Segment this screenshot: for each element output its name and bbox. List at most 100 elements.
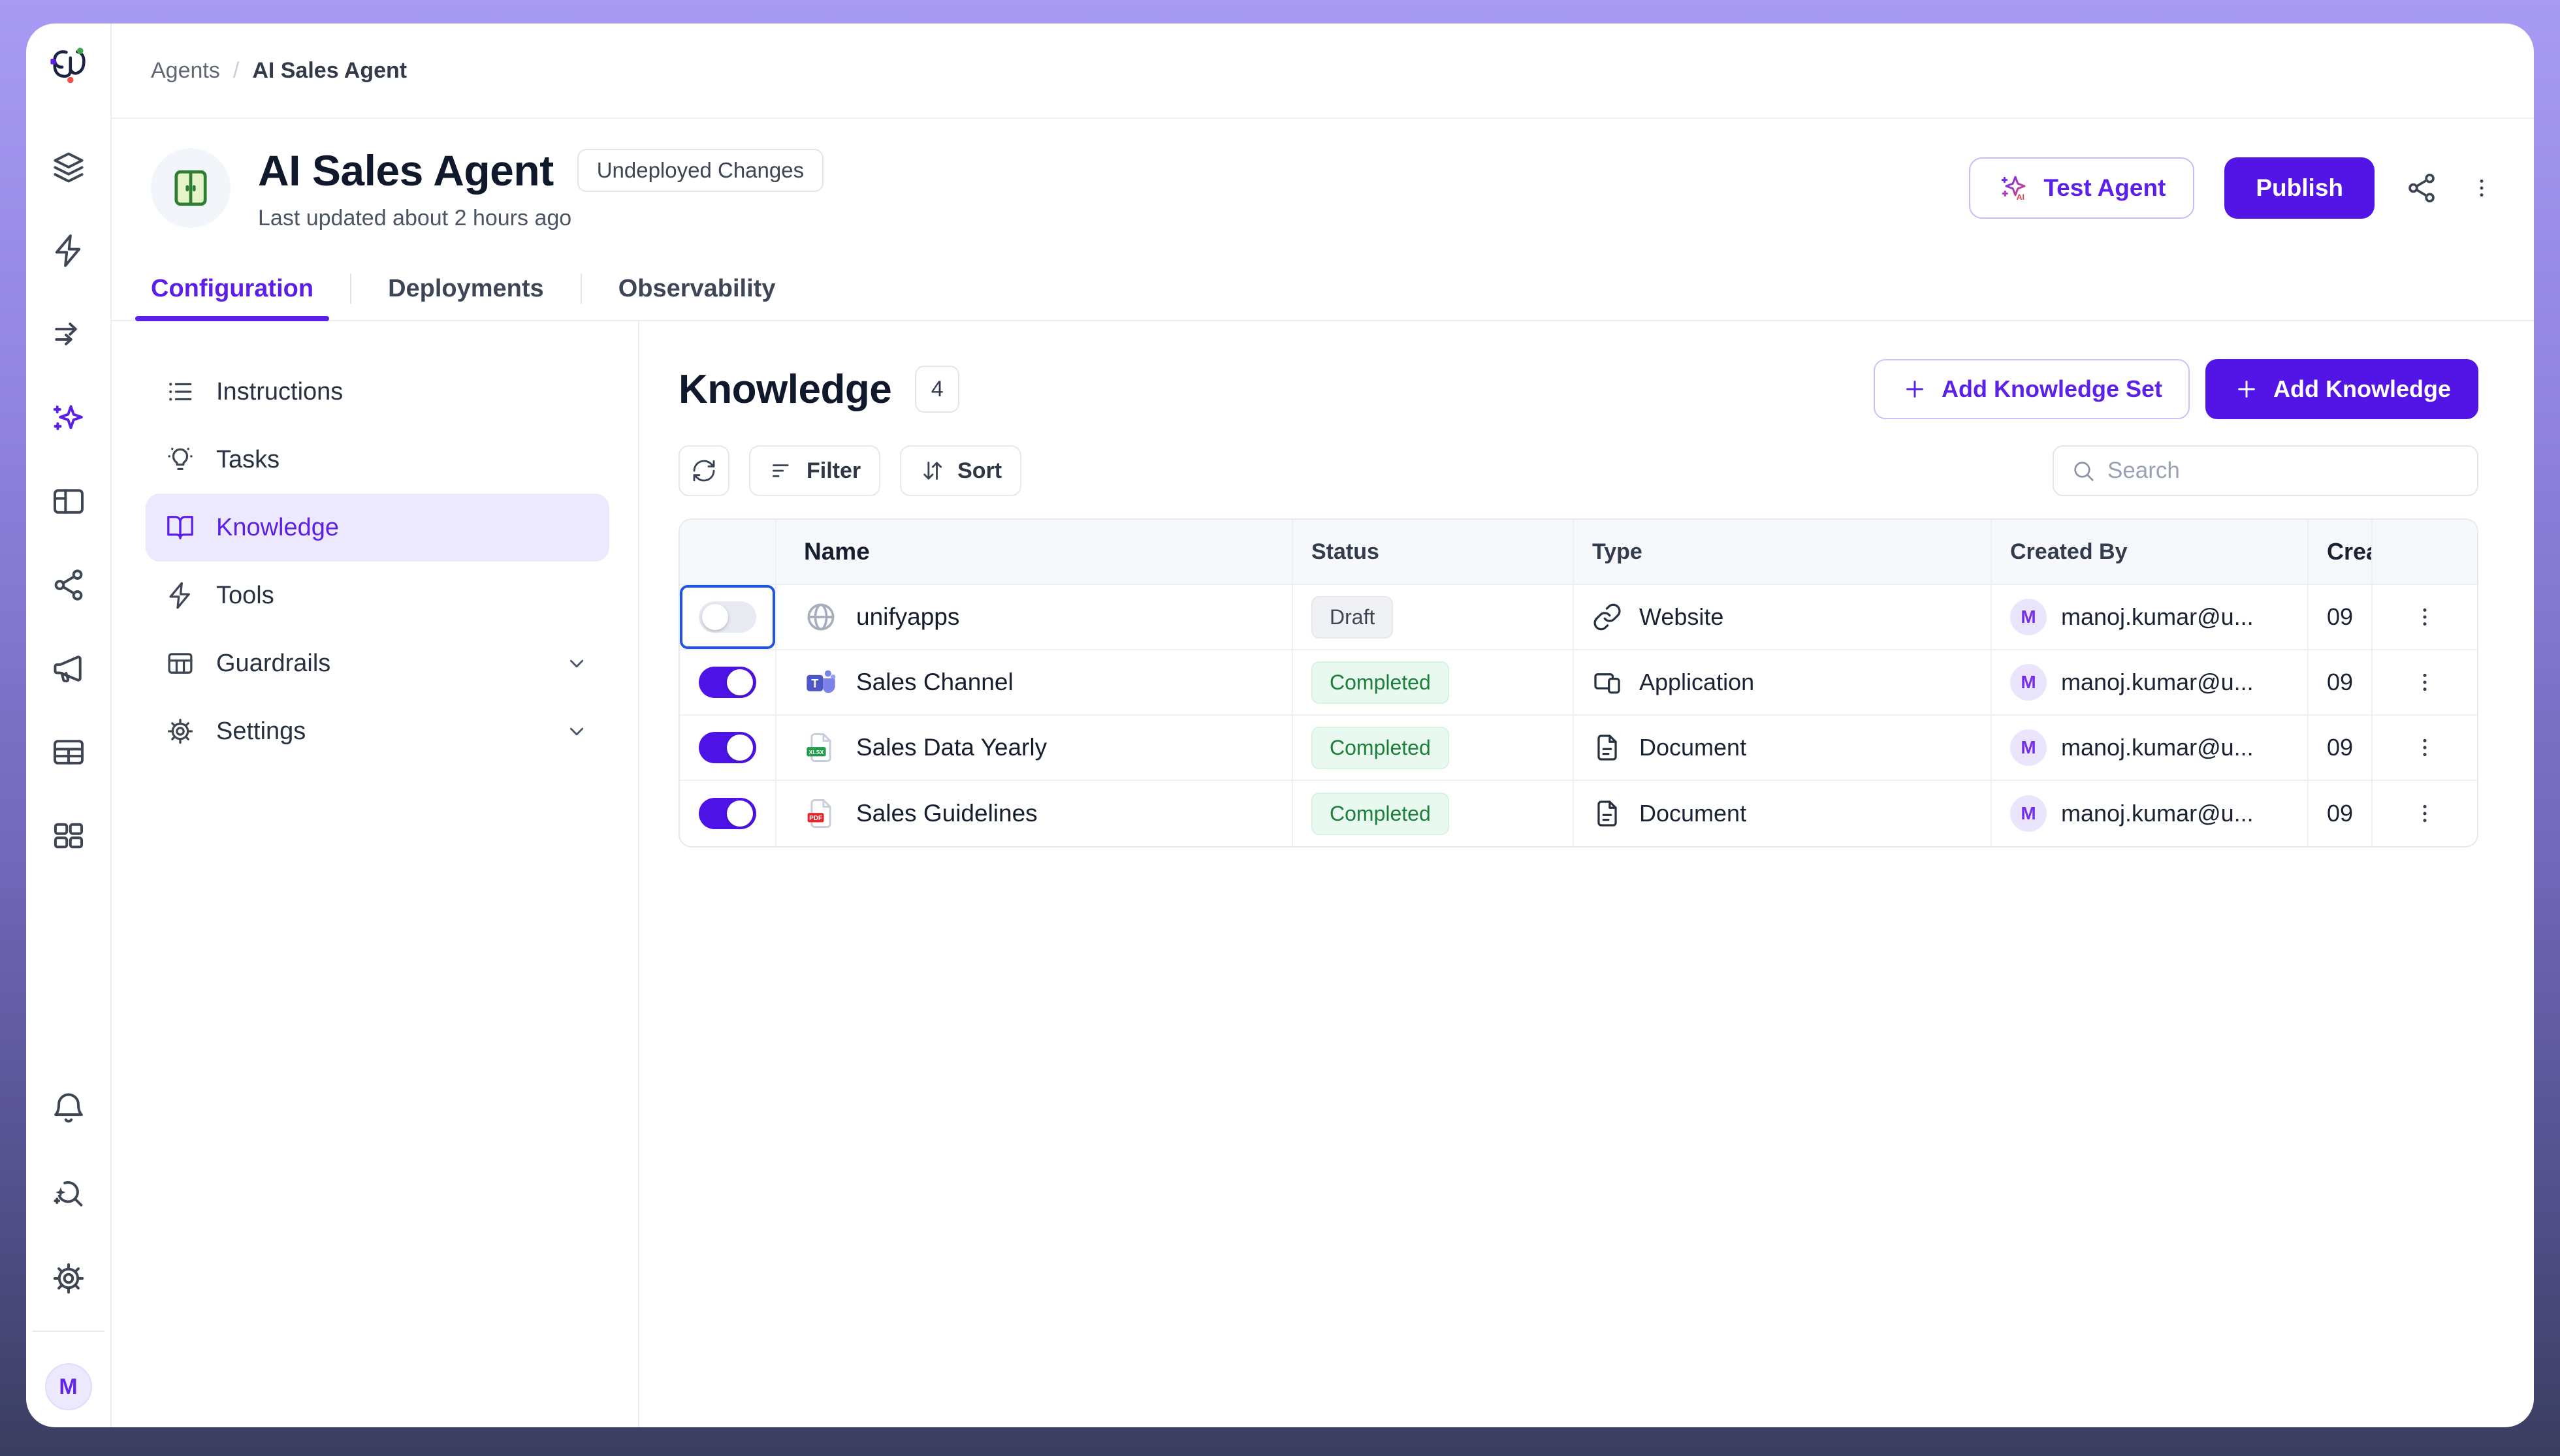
tab-separator	[350, 274, 351, 304]
created-at: 09	[2309, 585, 2373, 649]
knowledge-table: Name Status Type Created By Crea	[679, 518, 2478, 847]
rail-icon-group-top	[50, 149, 87, 854]
column-header-type: Type	[1574, 520, 1992, 584]
row-kebab-icon[interactable]	[2412, 604, 2438, 630]
knowledge-name: Sales Channel	[856, 669, 1014, 696]
tab-deployments[interactable]: Deployments	[388, 257, 544, 320]
ai-search-icon[interactable]	[50, 1175, 87, 1212]
integrations-share-icon[interactable]	[50, 567, 87, 603]
status-badge: Completed	[1311, 661, 1449, 704]
ai-sparkle-gradient-icon	[1998, 172, 2029, 204]
search-icon	[2071, 458, 2096, 483]
link-icon	[1592, 602, 1622, 632]
table-row[interactable]: Sales Data Yearly Completed Document M m…	[680, 716, 2477, 781]
creator-email: manoj.kumar@u...	[2061, 603, 2254, 631]
tab-configuration[interactable]: Configuration	[151, 257, 313, 320]
add-knowledge-button[interactable]: Add Knowledge	[2205, 359, 2478, 419]
ai-agents-sparkle-icon[interactable]	[50, 400, 87, 436]
sidebar-item-instructions[interactable]: Instructions	[146, 358, 609, 426]
breadcrumb: Agents / AI Sales Agent	[112, 24, 2534, 119]
unifyapps-logo-icon[interactable]	[46, 44, 91, 89]
workflows-arrows-icon[interactable]	[50, 316, 87, 353]
type-label: Application	[1639, 669, 1754, 696]
add-knowledge-label: Add Knowledge	[2273, 375, 2451, 403]
filter-button[interactable]: Filter	[749, 445, 880, 496]
sidebar-item-label: Tools	[216, 582, 274, 610]
row-enable-toggle[interactable]	[699, 601, 756, 633]
app-window: M Agents / AI Sales Agent AI Sales Agent…	[26, 24, 2534, 1427]
knowledge-panel: Knowledge 4 Add Knowledge Set Add Knowle…	[639, 321, 2534, 1427]
lightbulb-icon	[165, 445, 195, 475]
search-input[interactable]	[2107, 458, 2460, 484]
creator-email: manoj.kumar@u...	[2061, 669, 2254, 696]
row-kebab-icon[interactable]	[2412, 800, 2438, 827]
knowledge-name: Sales Data Yearly	[856, 734, 1047, 761]
main-area: Agents / AI Sales Agent AI Sales Agent U…	[112, 24, 2534, 1427]
table-row[interactable]: Sales Guidelines Completed Document M ma…	[680, 781, 2477, 846]
sidebar-item-label: Guardrails	[216, 650, 330, 678]
layers-icon[interactable]	[50, 149, 87, 185]
sidebar-item-tools[interactable]: Tools	[146, 562, 609, 629]
agent-avatar-icon	[151, 148, 231, 228]
knowledge-name: Sales Guidelines	[856, 800, 1038, 827]
table-row[interactable]: Sales Channel Completed Application M ma…	[680, 650, 2477, 716]
document-file-icon	[1592, 799, 1622, 829]
row-kebab-icon[interactable]	[2412, 735, 2438, 761]
status-badge: Completed	[1311, 793, 1449, 835]
sidebar-item-settings[interactable]: Settings	[146, 697, 609, 765]
data-tables-icon[interactable]	[50, 734, 87, 770]
creator-avatar: M	[2010, 664, 2047, 701]
sidebar-item-knowledge[interactable]: Knowledge	[146, 494, 609, 562]
knowledge-title: Knowledge	[679, 366, 891, 413]
sidebar-item-label: Settings	[216, 718, 306, 746]
table-row[interactable]: unifyapps Draft Website M manoj.kumar@u.…	[680, 585, 2477, 650]
book-open-icon	[165, 513, 195, 543]
add-knowledge-set-button[interactable]: Add Knowledge Set	[1874, 359, 2190, 419]
row-enable-toggle[interactable]	[699, 667, 756, 698]
column-header-status: Status	[1293, 520, 1574, 584]
header-actions: Test Agent Publish	[1969, 157, 2495, 219]
xlsx-file-icon	[804, 731, 838, 765]
status-badge: Completed	[1311, 727, 1449, 769]
knowledge-count-badge: 4	[915, 366, 959, 413]
tab-separator	[581, 274, 582, 304]
toggle-cell	[680, 585, 776, 649]
share-icon[interactable]	[2405, 171, 2439, 205]
user-avatar[interactable]: M	[45, 1363, 92, 1410]
row-enable-toggle[interactable]	[699, 798, 756, 829]
test-agent-button[interactable]: Test Agent	[1969, 157, 2194, 219]
apps-grid-icon[interactable]	[50, 817, 87, 854]
rail-divider	[32, 1331, 104, 1332]
campaigns-megaphone-icon[interactable]	[50, 650, 87, 687]
automations-zap-icon[interactable]	[50, 232, 87, 269]
row-enable-toggle[interactable]	[699, 732, 756, 763]
column-header-created-by: Created By	[1992, 520, 2309, 584]
settings-gear-icon[interactable]	[50, 1260, 87, 1297]
page-header: AI Sales Agent Undeployed Changes Last u…	[112, 119, 2534, 257]
sort-label: Sort	[957, 458, 1002, 484]
sort-button[interactable]: Sort	[900, 445, 1021, 496]
creator-avatar: M	[2010, 795, 2047, 832]
refresh-icon	[691, 458, 717, 484]
more-options-kebab-icon[interactable]	[2469, 171, 2495, 205]
creator-avatar: M	[2010, 729, 2047, 766]
refresh-button[interactable]	[679, 445, 729, 496]
publish-button[interactable]: Publish	[2224, 157, 2375, 219]
notifications-bell-icon[interactable]	[50, 1090, 87, 1127]
breadcrumb-agents-link[interactable]: Agents	[151, 58, 220, 84]
created-at: 09	[2309, 650, 2373, 714]
chevron-down-icon	[564, 718, 590, 744]
row-kebab-icon[interactable]	[2412, 669, 2438, 695]
sidebar-item-label: Tasks	[216, 446, 280, 474]
pdf-file-icon	[804, 797, 838, 831]
tab-observability[interactable]: Observability	[618, 257, 776, 320]
globe-icon	[804, 600, 838, 634]
interfaces-panel-icon[interactable]	[50, 483, 87, 520]
sidebar-item-guardrails[interactable]: Guardrails	[146, 629, 609, 697]
column-header-name: Name	[776, 520, 1293, 584]
column-header-actions	[2373, 520, 2477, 584]
rail-icon-group-bottom: M	[26, 1090, 110, 1410]
sidebar-item-tasks[interactable]: Tasks	[146, 426, 609, 494]
creator-email: manoj.kumar@u...	[2061, 800, 2254, 827]
gear-icon	[165, 716, 195, 746]
